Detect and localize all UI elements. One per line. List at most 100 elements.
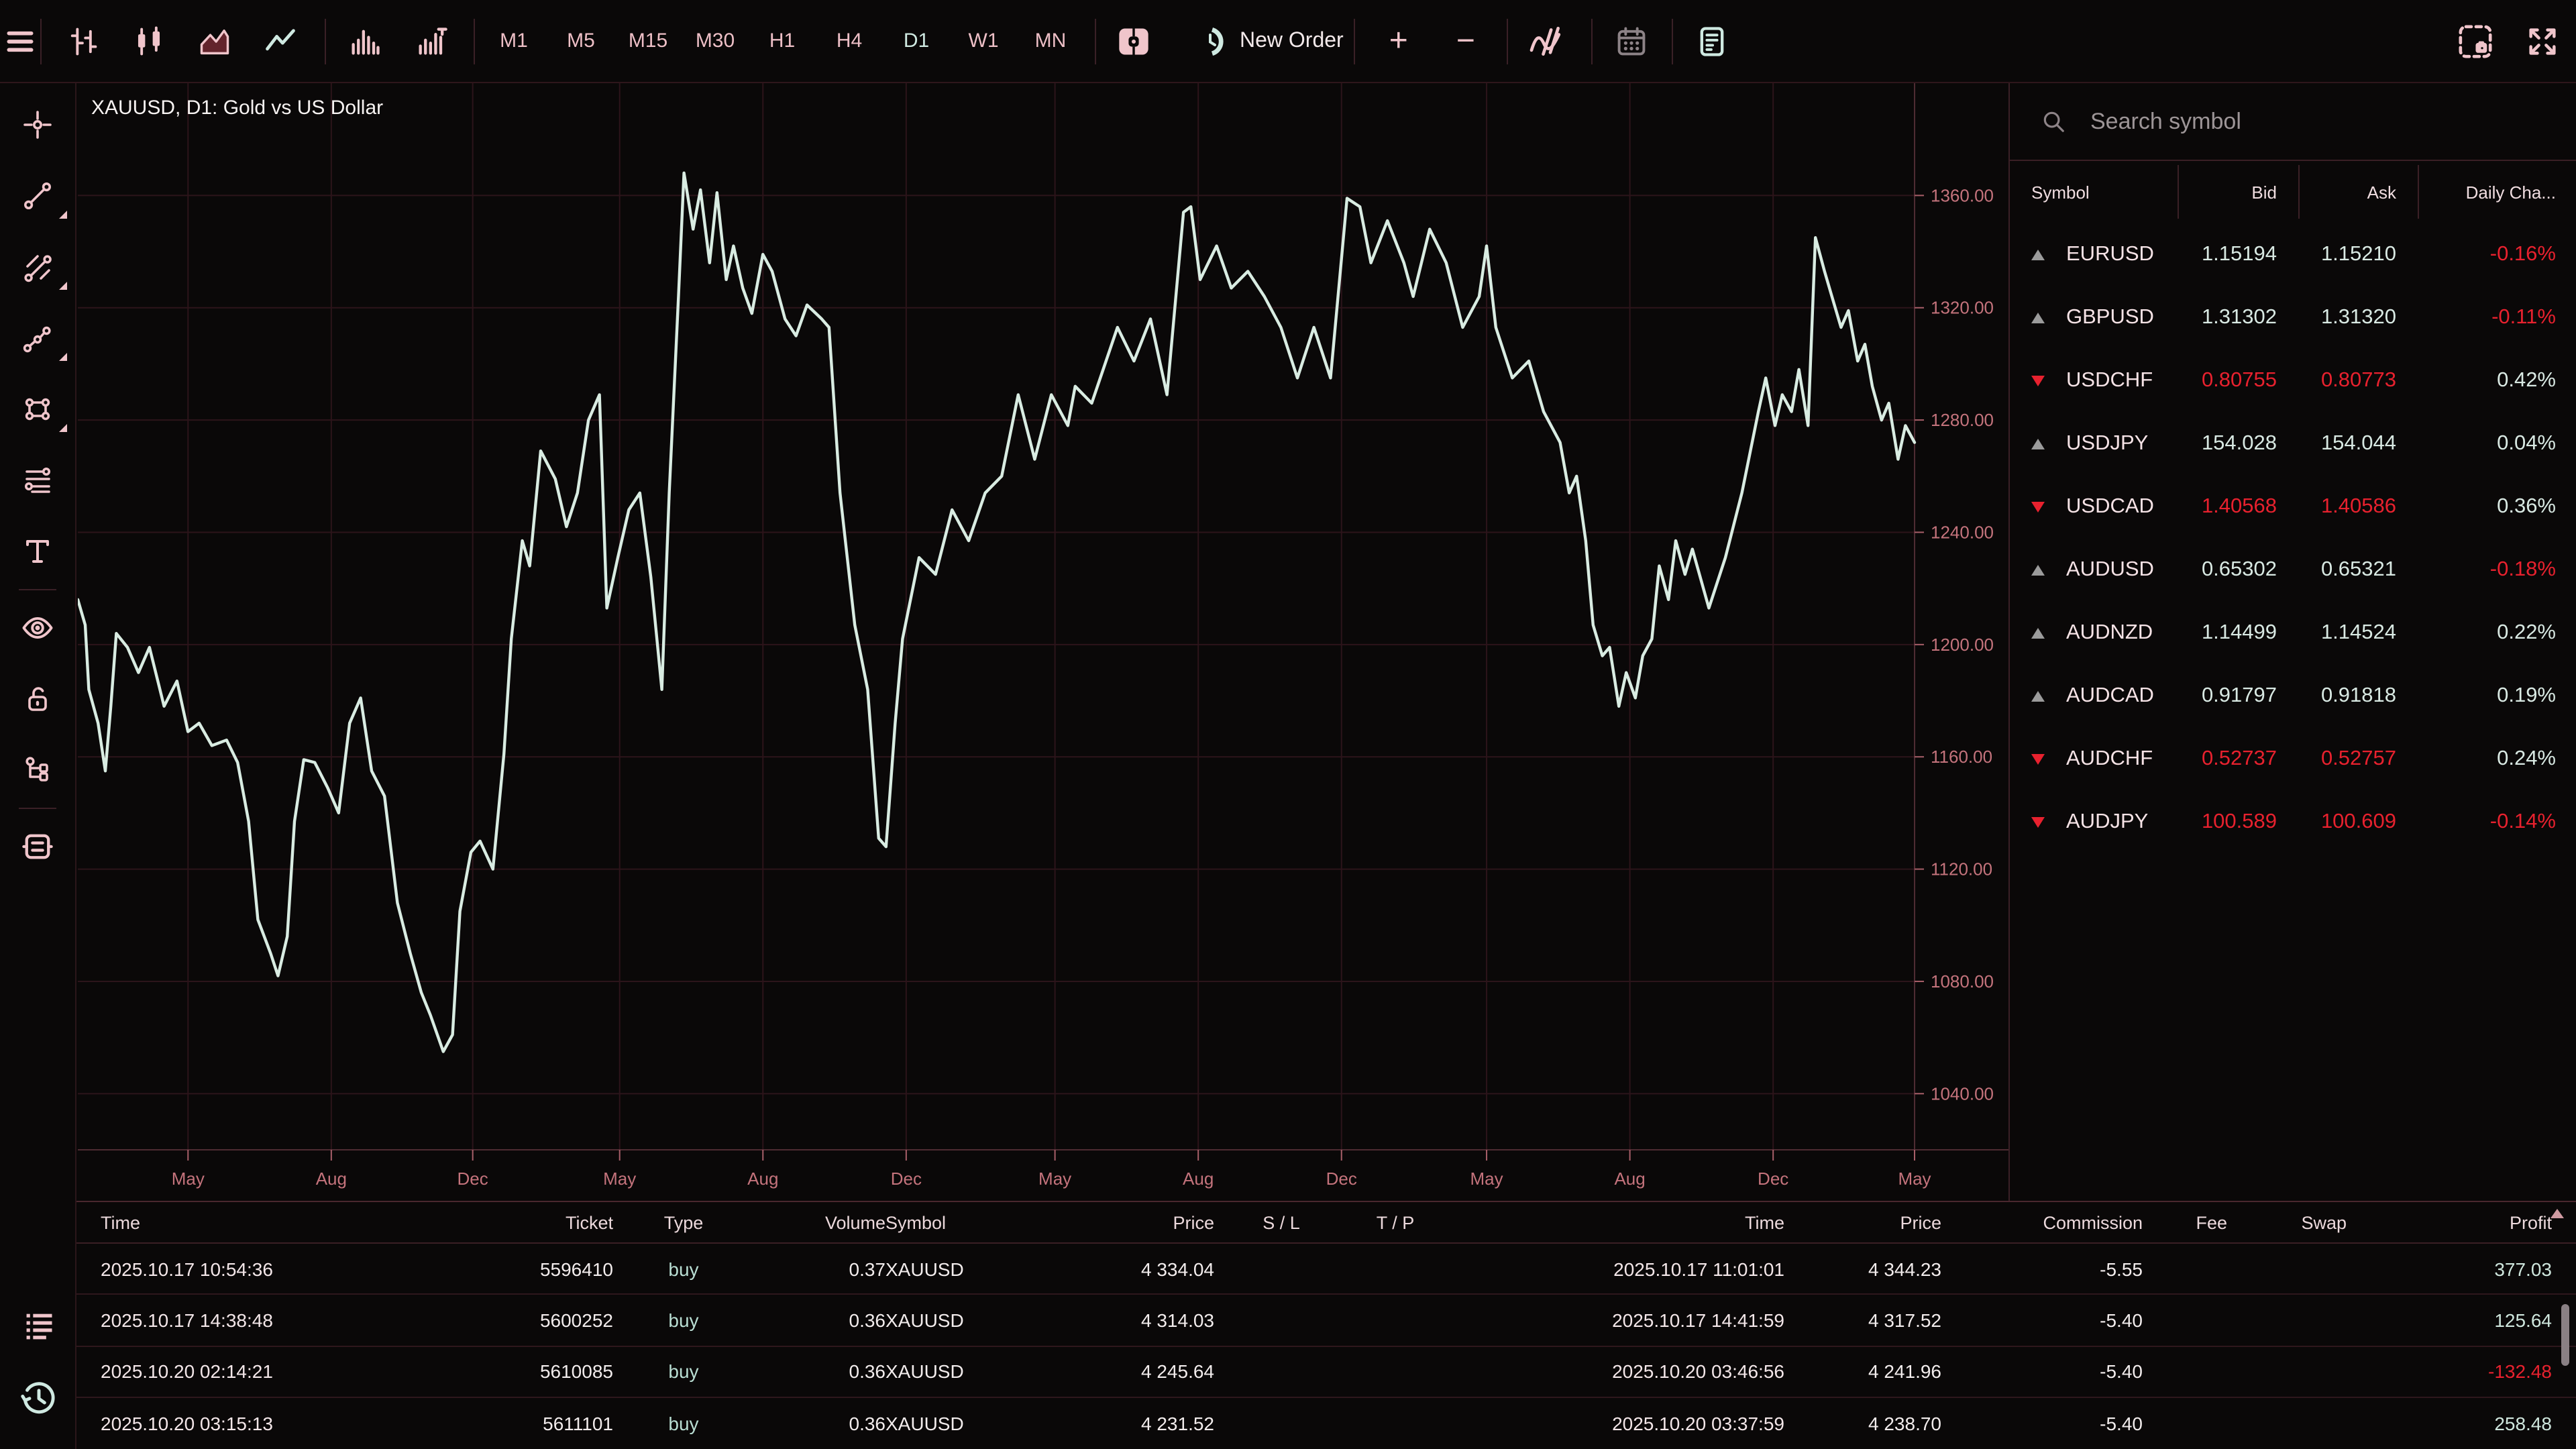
timeframe-button[interactable]: D1	[894, 30, 939, 52]
column-type[interactable]: Type	[613, 1212, 754, 1232]
journal-button[interactable]	[1695, 21, 1730, 61]
area-chart-button[interactable]	[195, 21, 235, 61]
history-tab-button[interactable]	[14, 1374, 62, 1422]
timeframe-button[interactable]: M1	[491, 30, 537, 52]
chart-window-button[interactable]	[1115, 21, 1152, 61]
market-watch-row[interactable]: EURUSD 1.15194 1.15210 -0.16%	[2010, 223, 2576, 286]
channel-button[interactable]	[13, 243, 62, 291]
symbol-search[interactable]	[2010, 83, 2576, 161]
screenshot-icon	[2457, 22, 2494, 60]
tick-volumes-button[interactable]	[412, 21, 452, 61]
column-commission[interactable]: Commission	[1941, 1212, 2143, 1232]
indicators-button[interactable]	[1527, 21, 1565, 61]
column-volume[interactable]: Volume	[754, 1212, 885, 1232]
market-watch-row[interactable]: AUDCHF 0.52737 0.52757 0.24%	[2010, 727, 2576, 790]
history-row[interactable]: 2025.10.17 14:38:48 5600252 buy 0.36 XAU…	[76, 1295, 2576, 1347]
trend-arrow-icon	[2031, 564, 2045, 575]
market-watch-row[interactable]: USDCAD 1.40568 1.40586 0.36%	[2010, 475, 2576, 538]
symbol: XAUUSD	[885, 1413, 1067, 1434]
column-ask[interactable]: Ask	[2277, 182, 2396, 202]
unlock-button[interactable]	[13, 675, 62, 723]
column-bid[interactable]: Bid	[2156, 182, 2277, 202]
column-swap[interactable]: Swap	[2227, 1212, 2347, 1232]
bar-chart-button[interactable]	[63, 21, 103, 61]
column-symbol[interactable]: Symbol	[2031, 182, 2156, 202]
svg-text:May: May	[1898, 1169, 1931, 1189]
ask-value: 100.609	[2277, 810, 2396, 834]
close-price: 4 344.23	[1784, 1258, 1941, 1279]
polyline-button[interactable]	[13, 314, 62, 362]
column-daily-change[interactable]: Daily Cha...	[2396, 182, 2556, 202]
shapes-button[interactable]	[13, 385, 62, 433]
timeframe-button[interactable]: M15	[625, 30, 671, 52]
crosshair-icon	[21, 109, 54, 141]
history-row[interactable]: 2025.10.20 02:14:21 5610085 buy 0.36 XAU…	[76, 1347, 2576, 1399]
remove-objects-button[interactable]	[13, 822, 62, 871]
menu-button[interactable]	[0, 21, 40, 61]
zoom-in-button[interactable]: +	[1383, 21, 1415, 61]
market-watch-row[interactable]: AUDCAD 0.91797 0.91818 0.19%	[2010, 664, 2576, 727]
timeframe-button[interactable]: W1	[961, 30, 1006, 52]
tick-volumes-icon	[415, 23, 449, 58]
timeframe-button[interactable]: M5	[558, 30, 604, 52]
line-chart-button[interactable]	[260, 21, 301, 61]
volume: 0.36	[754, 1361, 885, 1383]
column-time-open[interactable]: Time	[101, 1212, 490, 1232]
order-type: buy	[613, 1258, 754, 1279]
market-watch-row[interactable]: USDCHF 0.80755 0.80773 0.42%	[2010, 349, 2576, 412]
svg-text:Aug: Aug	[1183, 1169, 1214, 1189]
objects-tree-button[interactable]	[13, 746, 62, 794]
search-input[interactable]	[2088, 107, 2490, 136]
bid-value: 1.15194	[2156, 242, 2277, 266]
visibility-button[interactable]	[13, 604, 62, 652]
timeframe-button[interactable]: MN	[1028, 30, 1073, 52]
column-price-open[interactable]: Price	[1067, 1212, 1214, 1232]
market-watch-panel: Symbol Bid Ask Daily Cha... EURUSD 1.151…	[2008, 83, 2576, 1201]
history-row[interactable]: 2025.10.17 10:54:36 5596410 buy 0.37 XAU…	[76, 1244, 2576, 1295]
new-order-label[interactable]: New Order	[1240, 29, 1344, 53]
column-sl[interactable]: S / L	[1214, 1212, 1348, 1232]
trend-arrow-icon	[2031, 249, 2045, 260]
column-symbol[interactable]: Symbol	[885, 1212, 1067, 1232]
timeframe-button[interactable]: H1	[759, 30, 805, 52]
calendar-button[interactable]	[1615, 21, 1650, 61]
column-profit[interactable]: Profit	[2347, 1212, 2552, 1232]
daily-change-value: 0.04%	[2396, 431, 2556, 455]
zoom-out-button[interactable]: −	[1450, 21, 1482, 61]
trendline-button[interactable]	[13, 172, 62, 220]
candlestick-chart-button[interactable]	[129, 21, 169, 61]
chart-area[interactable]: 1360.001320.001280.001240.001200.001160.…	[78, 83, 2008, 1201]
toolbar-separator	[474, 18, 475, 64]
column-ticket[interactable]: Ticket	[490, 1212, 613, 1232]
screenshot-button[interactable]	[2457, 21, 2494, 61]
fullscreen-button[interactable]	[2525, 21, 2560, 61]
column-price-close[interactable]: Price	[1784, 1212, 1941, 1232]
history-row[interactable]: 2025.10.20 03:15:13 5611101 buy 0.36 XAU…	[76, 1398, 2576, 1449]
market-watch-row[interactable]: AUDNZD 1.14499 1.14524 0.22%	[2010, 601, 2576, 664]
column-tp[interactable]: T / P	[1348, 1212, 1442, 1232]
timeframe-button[interactable]: M30	[692, 30, 738, 52]
symbol-label: GBPUSD	[2066, 305, 2156, 329]
scrollbar-thumb[interactable]	[2561, 1304, 2569, 1366]
daily-change-value: 0.42%	[2396, 368, 2556, 392]
column-time-close[interactable]: Time	[1442, 1212, 1784, 1232]
crosshair-button[interactable]	[13, 101, 62, 149]
column-fee[interactable]: Fee	[2143, 1212, 2227, 1232]
text-button[interactable]	[13, 527, 62, 576]
new-order-button[interactable]	[1194, 21, 1226, 61]
scroll-up-arrow[interactable]	[2551, 1209, 2564, 1218]
trade-list-button[interactable]	[14, 1301, 62, 1350]
market-watch-row[interactable]: USDJPY 154.028 154.044 0.04%	[2010, 412, 2576, 475]
channel-icon	[21, 251, 54, 283]
market-watch-row[interactable]: AUDUSD 0.65302 0.65321 -0.18%	[2010, 538, 2576, 601]
objects-tree-icon	[21, 754, 54, 786]
new-order-icon	[1194, 23, 1226, 58]
timeframe-button[interactable]: H4	[826, 30, 872, 52]
price-chart[interactable]: 1360.001320.001280.001240.001200.001160.…	[78, 83, 2008, 1201]
toolbar-separator	[325, 18, 326, 64]
fibonacci-levels-button[interactable]	[13, 456, 62, 504]
volumes-button[interactable]	[345, 21, 385, 61]
market-watch-row[interactable]: AUDJPY 100.589 100.609 -0.14%	[2010, 790, 2576, 853]
trendline-icon	[21, 180, 54, 212]
market-watch-row[interactable]: GBPUSD 1.31302 1.31320 -0.11%	[2010, 286, 2576, 349]
